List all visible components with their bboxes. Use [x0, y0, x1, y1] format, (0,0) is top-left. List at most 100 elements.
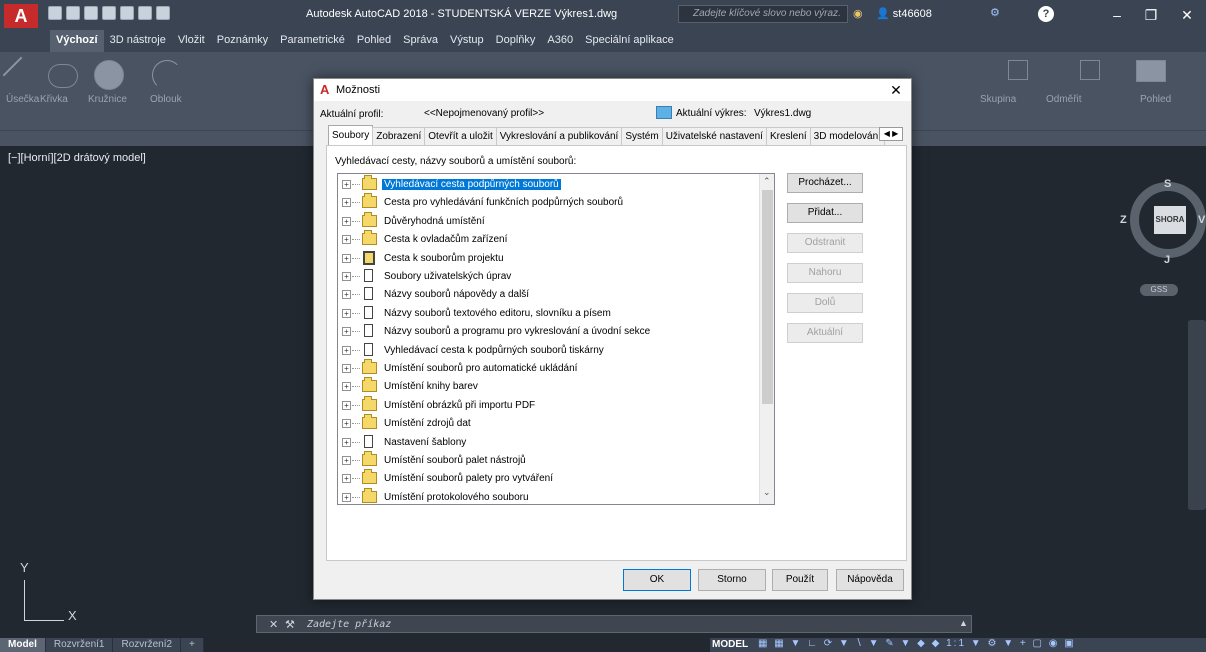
new-icon[interactable] — [48, 6, 62, 20]
open-icon[interactable] — [66, 6, 80, 20]
tab-vystup[interactable]: Výstup — [444, 30, 490, 52]
chevron-up-icon[interactable]: ⌃ — [763, 176, 771, 187]
tree-item[interactable]: + Umístění souborů palet nástrojů — [338, 451, 758, 470]
expand-icon[interactable]: + — [342, 474, 351, 484]
move-down-button[interactable]: Dolů — [787, 293, 863, 313]
tree-item[interactable]: + Nastavení šablony — [338, 434, 758, 452]
expand-icon[interactable]: + — [342, 456, 351, 465]
tab-3d-nastroje[interactable]: 3D nástroje — [104, 30, 172, 52]
expand-icon[interactable]: + — [342, 364, 351, 373]
measure-icon[interactable] — [1080, 60, 1100, 80]
save-icon[interactable] — [84, 6, 98, 20]
tab-soubory[interactable]: Soubory — [328, 125, 374, 146]
tree-item[interactable]: + Umístění souborů pro automatické ukládá… — [338, 359, 758, 378]
expand-icon[interactable]: + — [342, 327, 351, 337]
browse-button[interactable]: Procházet... — [787, 173, 863, 193]
tree-item[interactable]: + Cesta pro vyhledávání funkčních podpůrn… — [338, 193, 758, 212]
tab-doplnky[interactable]: Doplňky — [490, 30, 542, 52]
restore-button[interactable]: ❐ — [1136, 5, 1166, 25]
plot-icon[interactable] — [120, 6, 134, 20]
file-paths-tree[interactable]: + Vyhledávací cesta podpůrných souborů + Ce… — [337, 173, 775, 505]
tree-item[interactable]: + Cesta k ovladačům zařízení — [338, 230, 758, 249]
tree-item[interactable]: + Umístění protokolového souboru — [338, 487, 758, 504]
tab-3d-modelovani[interactable]: 3D modelování — [809, 127, 885, 146]
tree-item[interactable]: + Umístění zdrojů dat — [338, 414, 758, 433]
cancel-button[interactable]: Storno — [698, 569, 766, 591]
help-icon[interactable]: ? — [1038, 6, 1054, 22]
viewcube[interactable]: SHORA S J V Z — [1120, 178, 1206, 266]
dialog-close-button[interactable]: ✕ — [885, 81, 907, 99]
status-toggles[interactable]: ▦ ▦ ▼ ∟ ⟳ ▼ ∖ ▼ ✎ ▼ ◆ ◆ 1:1 ▼ ⚙ ▼ + ▢ ◉ … — [758, 638, 1076, 649]
expand-icon[interactable]: + — [342, 180, 351, 189]
expand-icon[interactable]: + — [342, 308, 351, 318]
tab-vykreslovani[interactable]: Vykreslování a publikování — [495, 127, 623, 146]
tab-pohled[interactable]: Pohled — [351, 30, 397, 52]
tree-item[interactable]: + Umístění obrázků při importu PDF — [338, 395, 758, 415]
undo-icon[interactable] — [138, 6, 152, 20]
tab-vlozit[interactable]: Vložit — [172, 30, 211, 52]
apply-button[interactable]: Použít — [772, 569, 828, 591]
tree-item[interactable]: + Názvy souborů nápovědy a další — [338, 286, 758, 304]
view-icon[interactable] — [1136, 60, 1166, 82]
tab-system[interactable]: Systém — [621, 127, 663, 146]
polyline-icon[interactable] — [48, 64, 78, 88]
save-as-icon[interactable] — [102, 6, 116, 20]
tab-specialni-aplikace[interactable]: Speciální aplikace — [579, 30, 680, 52]
line-icon[interactable] — [2, 56, 40, 94]
help-button[interactable]: Nápověda — [836, 569, 904, 591]
expand-icon[interactable]: + — [342, 437, 351, 447]
close-app-button[interactable]: ✕ — [1172, 5, 1202, 25]
viewport-controls[interactable]: [−][Horní][2D drátový model] — [8, 152, 146, 164]
group-icon[interactable] — [1008, 60, 1028, 80]
tab-layout2[interactable]: Rozvržení2 — [113, 638, 182, 652]
close-icon[interactable]: ✕ — [269, 618, 278, 631]
tree-item[interactable]: + Cesta k souborům projektu — [338, 250, 758, 268]
tab-zobrazeni[interactable]: Zobrazení — [372, 127, 426, 146]
expand-icon[interactable]: + — [342, 382, 351, 392]
expand-icon[interactable]: + — [342, 290, 351, 300]
binoculars-icon[interactable]: ◉ — [853, 7, 863, 20]
tab-a360[interactable]: A360 — [541, 30, 579, 52]
chevron-down-icon[interactable]: ⌄ — [763, 487, 771, 498]
wcs-menu[interactable]: GSS — [1140, 284, 1178, 296]
tree-item[interactable]: + Vyhledávací cesta podpůrných souborů — [338, 175, 758, 194]
set-current-button[interactable]: Aktuální — [787, 323, 863, 343]
viewcube-face[interactable]: SHORA — [1154, 206, 1186, 234]
expand-icon[interactable]: + — [342, 419, 351, 429]
tab-model[interactable]: Model — [0, 638, 46, 652]
expand-icon[interactable]: + — [342, 400, 351, 410]
navigation-bar[interactable] — [1188, 320, 1206, 510]
arc-icon[interactable] — [152, 60, 182, 90]
user-account[interactable]: 👤 st46608 — [876, 7, 932, 20]
expand-icon[interactable]: + — [342, 235, 351, 245]
model-space-toggle[interactable]: MODEL — [712, 639, 748, 650]
tab-uzivatelske-nastaveni[interactable]: Uživatelské nastavení — [661, 127, 767, 146]
expand-icon[interactable]: + — [342, 198, 351, 208]
tab-sprava[interactable]: Správa — [397, 30, 444, 52]
tab-scroll-arrows[interactable]: ◀ ▶ — [879, 127, 903, 141]
annotation-scale[interactable]: 1:1 — [946, 638, 966, 649]
cart-icon[interactable]: ⚙ — [990, 6, 1000, 19]
tab-parametricke[interactable]: Parametrické — [274, 30, 351, 52]
redo-icon[interactable] — [156, 6, 170, 20]
add-button[interactable]: Přidat... — [787, 203, 863, 223]
tab-kresleni[interactable]: Kreslení — [765, 127, 811, 146]
expand-icon[interactable]: + — [342, 492, 351, 502]
tree-item[interactable]: + Vyhledávací cesta k podpůrných souborů … — [338, 342, 758, 360]
remove-button[interactable]: Odstranit — [787, 233, 863, 253]
expand-icon[interactable]: + — [342, 216, 351, 226]
expand-icon[interactable]: + — [342, 345, 351, 355]
command-line[interactable]: ✕ ⚒ Zadejte příkaz ▲ — [256, 615, 972, 633]
tree-item[interactable]: + Názvy souborů a programu pro vykreslová… — [338, 323, 758, 341]
tab-poznamky[interactable]: Poznámky — [211, 30, 274, 52]
move-up-button[interactable]: Nahoru — [787, 263, 863, 283]
tab-vychozi[interactable]: Výchozí — [50, 30, 104, 52]
search-input[interactable]: Zadejte klíčové slovo nebo výraz. — [678, 5, 848, 23]
circle-icon[interactable] — [94, 60, 124, 90]
app-menu-button[interactable]: A — [4, 4, 38, 28]
tree-scrollbar[interactable]: ⌃ ⌄ — [759, 174, 774, 504]
tree-item[interactable]: + Důvěryhodná umístění — [338, 211, 758, 231]
tree-item[interactable]: + Názvy souborů textového editoru, slovní… — [338, 305, 758, 323]
add-layout-button[interactable]: + — [181, 638, 204, 652]
chevron-up-icon[interactable]: ▲ — [959, 618, 968, 628]
